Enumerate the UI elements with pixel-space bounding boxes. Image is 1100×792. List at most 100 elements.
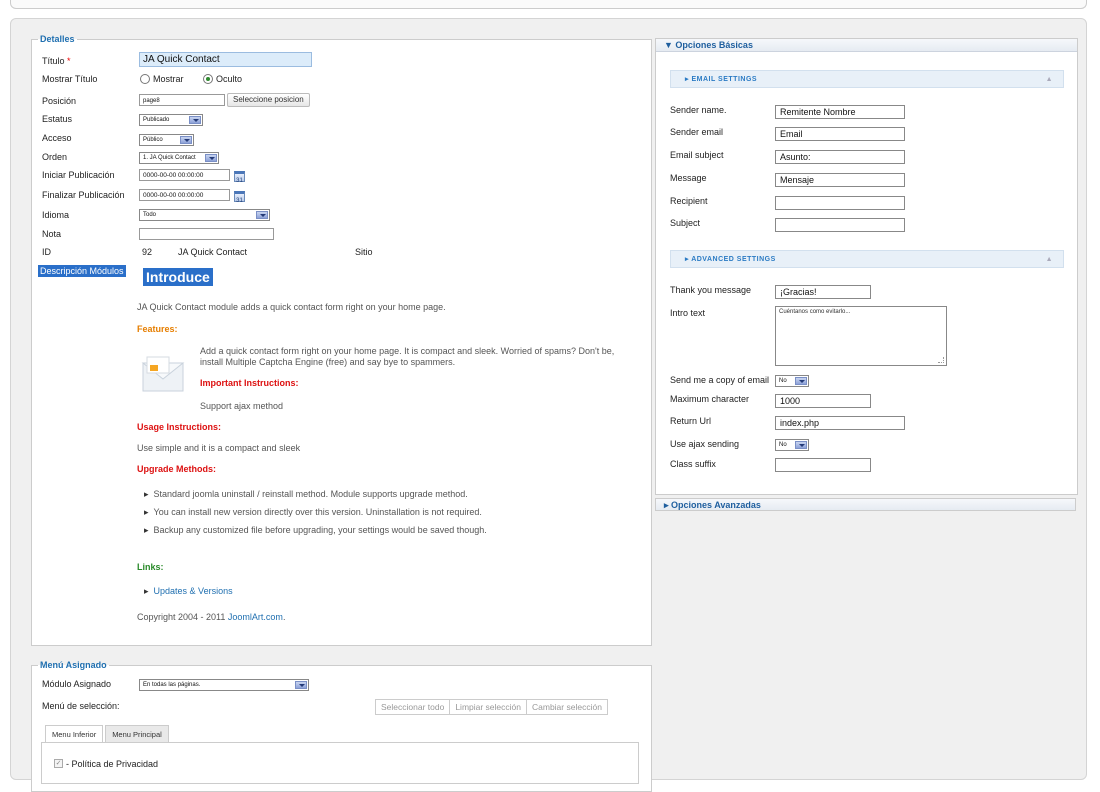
message-label: Message	[670, 173, 707, 183]
sender-name-input[interactable]: Remitente Nombre	[775, 105, 905, 119]
order-select[interactable]: 1. JA Quick Contact	[139, 152, 219, 164]
hide-radio[interactable]	[203, 74, 213, 84]
intro-text-label: Intro text	[670, 308, 706, 318]
details-fieldset: Detalles	[31, 34, 652, 646]
return-url-label: Return Url	[670, 416, 712, 426]
menu-tab-body: ✓ - Política de Privacidad	[41, 742, 639, 784]
menu-tabs: Menu Inferior Menu Principal	[45, 725, 171, 743]
details-legend: Detalles	[40, 34, 75, 44]
start-publication-input[interactable]: 0000-00-00 00:00:00	[139, 169, 230, 181]
important-text: Support ajax method	[200, 401, 284, 411]
chevron-down-icon	[189, 116, 201, 124]
recipient-label: Recipient	[670, 196, 708, 206]
language-label: Idioma	[42, 210, 70, 220]
show-radio[interactable]	[140, 74, 150, 84]
email-settings-header[interactable]: ▸ EMAIL SETTINGS ▲	[670, 70, 1064, 88]
chevron-down-icon	[795, 441, 807, 449]
toggle-selection-button[interactable]: Cambiar selección	[526, 699, 608, 715]
updates-versions-link[interactable]: Updates & Versions	[144, 586, 233, 597]
tab-menu-inferior[interactable]: Menu Inferior	[45, 725, 104, 743]
note-label: Nota	[42, 229, 62, 239]
calendar-icon[interactable]: 31	[234, 191, 245, 204]
select-all-button[interactable]: Seleccionar todo	[375, 699, 451, 715]
mail-icon	[141, 356, 185, 392]
upgrade-item: Standard joomla uninstall / reinstall me…	[144, 489, 468, 500]
advanced-settings-header[interactable]: ▸ ADVANCED SETTINGS ▲	[670, 250, 1064, 268]
features-text-2: install Multiple Captcha Engine (free) a…	[200, 357, 456, 367]
class-suffix-input[interactable]	[775, 458, 871, 472]
menu-assignment-legend: Menú Asignado	[40, 660, 107, 670]
email-subject-input[interactable]: Asunto:	[775, 150, 905, 164]
subject-label: Subject	[670, 218, 701, 228]
max-char-label: Maximum character	[670, 394, 750, 404]
copyright: Copyright 2004 - 2011 JoomlArt.com.	[137, 612, 286, 622]
send-copy-select[interactable]: No	[775, 375, 809, 387]
features-text-1: Add a quick contact form right on your h…	[200, 346, 615, 356]
send-copy-label: Send me a copy of email	[670, 375, 770, 385]
recipient-input[interactable]	[775, 196, 905, 210]
usage-text: Use simple and it is a compact and sleek	[137, 443, 301, 453]
menu-selection-label: Menú de selección:	[42, 701, 120, 711]
access-select[interactable]: Público	[139, 134, 194, 146]
features-heading: Features:	[137, 324, 178, 334]
chevron-down-icon	[795, 377, 807, 385]
subject-input[interactable]	[775, 218, 905, 232]
top-panel-edge	[10, 0, 1087, 9]
description-label: Descripción Módulos	[38, 265, 126, 277]
sender-email-input[interactable]: Email	[775, 127, 905, 141]
language-select[interactable]: Todo	[139, 209, 270, 221]
select-position-button[interactable]: Seleccione posicion	[227, 93, 310, 107]
message-input[interactable]: Mensaje	[775, 173, 905, 187]
status-label: Estatus	[42, 114, 73, 124]
chevron-down-icon	[295, 681, 307, 689]
tab-menu-principal[interactable]: Menu Principal	[105, 725, 169, 743]
description-title: Introduce	[143, 268, 213, 286]
module-assigned-label: Módulo Asignado	[42, 679, 112, 689]
sender-email-label: Sender email	[670, 127, 724, 137]
calendar-icon[interactable]: 31	[234, 171, 245, 184]
thank-you-input[interactable]: ¡Gracias!	[775, 285, 871, 299]
return-url-input[interactable]: index.php	[775, 416, 905, 430]
hide-radio-label: Oculto	[216, 74, 243, 84]
sender-name-label: Sender name.	[670, 105, 727, 115]
links-heading: Links:	[137, 562, 164, 572]
menu-selection-buttons: Seleccionar todo Limpiar selección Cambi…	[375, 699, 608, 715]
position-label: Posición	[42, 96, 77, 106]
module-assigned-select[interactable]: En todas las páginas.	[139, 679, 309, 691]
joomlart-link[interactable]: JoomlArt.com	[228, 612, 283, 622]
intro-text-textarea[interactable]: Cuéntanos como evitarlo...	[775, 306, 947, 366]
show-radio-label: Mostrar	[153, 74, 184, 84]
position-input[interactable]: page8	[139, 94, 225, 106]
title-input[interactable]: JA Quick Contact	[139, 52, 312, 67]
use-ajax-select[interactable]: No	[775, 439, 809, 451]
max-char-input[interactable]: 1000	[775, 394, 871, 408]
menu-item-label: - Política de Privacidad	[66, 759, 159, 769]
class-suffix-label: Class suffix	[670, 459, 716, 469]
use-ajax-label: Use ajax sending	[670, 439, 740, 449]
clear-selection-button[interactable]: Limpiar selección	[449, 699, 527, 715]
id-site: Sitio	[355, 247, 373, 257]
order-label: Orden	[42, 152, 68, 162]
chevron-down-icon	[205, 154, 217, 162]
basic-options-header[interactable]: ▼ Opciones Básicas	[656, 39, 1077, 52]
note-input[interactable]	[139, 228, 274, 240]
collapse-icon: ▲	[1045, 76, 1053, 83]
advanced-options-header[interactable]: ▸ Opciones Avanzadas	[655, 498, 1076, 511]
end-publication-input[interactable]: 0000-00-00 00:00:00	[139, 189, 230, 201]
basic-options-panel: ▼ Opciones Básicas ▸ EMAIL SETTINGS ▲ Sen…	[655, 38, 1078, 495]
upgrade-item: Backup any customized file before upgrad…	[144, 525, 487, 536]
end-publication-label: Finalizar Publicación	[42, 190, 125, 200]
chevron-down-icon	[180, 136, 192, 144]
id-label: ID	[42, 247, 51, 257]
upgrade-heading: Upgrade Methods:	[137, 464, 217, 474]
show-title-label: Mostrar Título	[42, 74, 98, 84]
start-publication-label: Iniciar Publicación	[42, 170, 115, 180]
collapse-icon: ▲	[1045, 256, 1053, 263]
menu-item-checkbox[interactable]: ✓	[54, 759, 63, 768]
thank-you-label: Thank you message	[670, 285, 752, 295]
upgrade-item: You can install new version directly ove…	[144, 507, 482, 518]
title-label: Título *	[42, 56, 71, 66]
access-label: Acceso	[42, 133, 72, 143]
status-select[interactable]: Publicado	[139, 114, 203, 126]
important-heading: Important Instructions:	[200, 378, 299, 388]
